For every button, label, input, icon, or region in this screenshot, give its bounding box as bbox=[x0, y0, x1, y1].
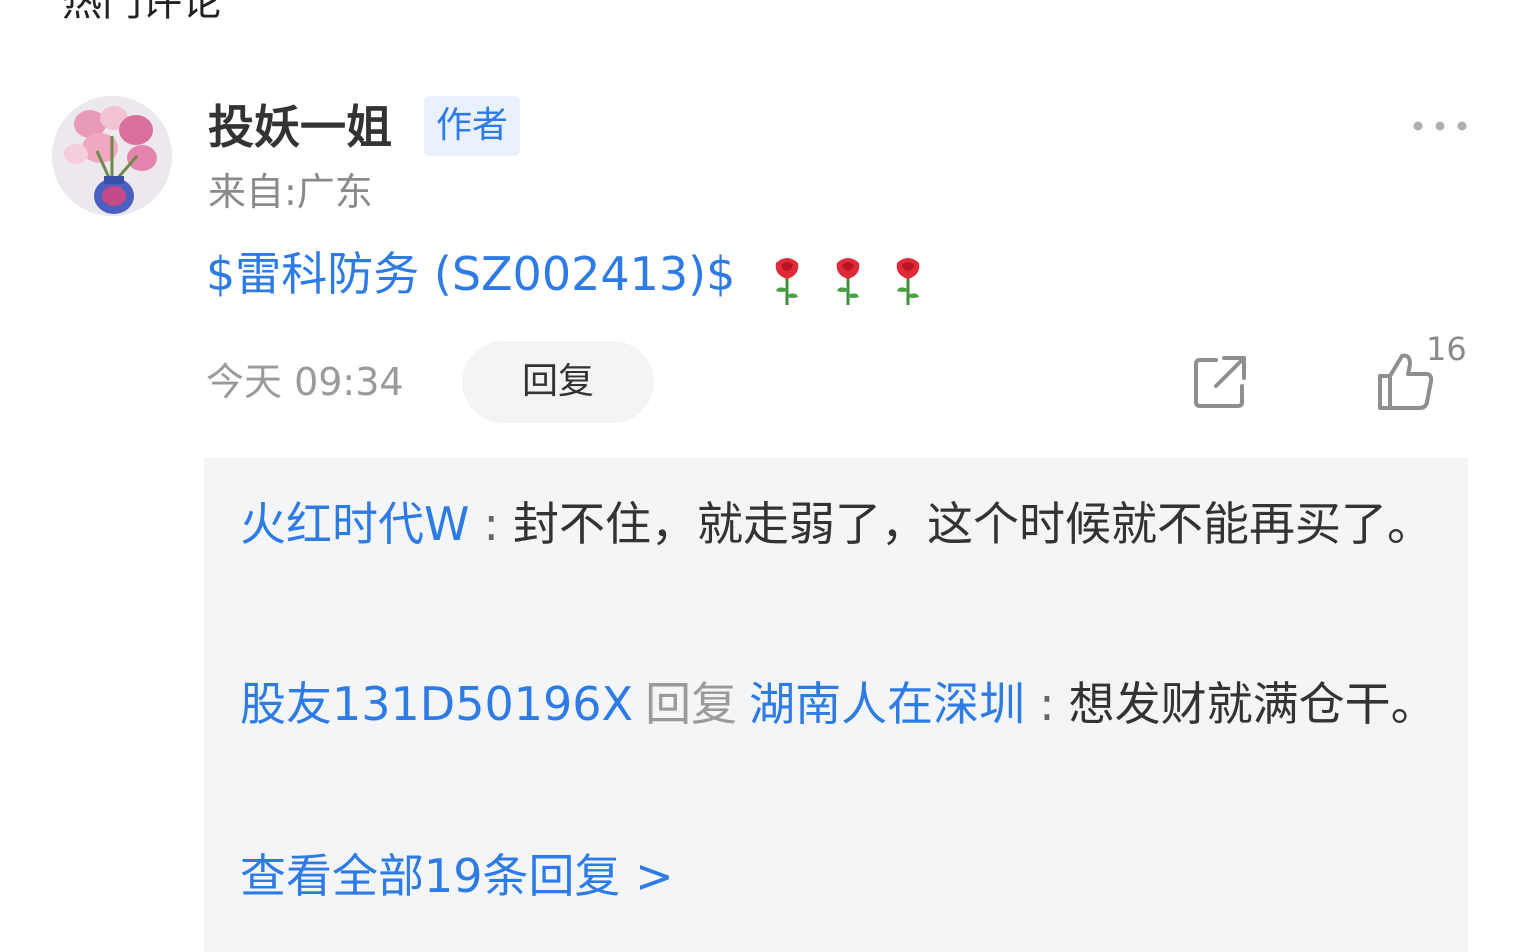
reply-separator: : bbox=[483, 497, 499, 551]
reply-button[interactable]: 回复 bbox=[462, 341, 654, 423]
more-options-icon[interactable] bbox=[1408, 112, 1472, 140]
rose-icon bbox=[775, 258, 799, 305]
comment-location: 来自:广东 bbox=[208, 170, 373, 214]
rose-icon bbox=[836, 258, 859, 305]
like-count: 16 bbox=[1426, 330, 1467, 368]
section-title: 热门评论 bbox=[62, 0, 222, 25]
rose-icon bbox=[896, 258, 920, 305]
reply-text: 封不住，就走弱了，这个时候就不能再买了。 bbox=[512, 497, 1433, 551]
reply-item[interactable]: 股友131D50196X 回复 湖南人在深圳: 想发财就满仓干。 bbox=[240, 660, 1450, 748]
reply-item[interactable]: 火红时代W: 封不住，就走弱了，这个时候就不能再买了。 bbox=[240, 480, 1450, 568]
reply-user[interactable]: 股友131D50196X bbox=[240, 677, 633, 731]
reply-target-user[interactable]: 湖南人在深圳 bbox=[749, 677, 1025, 731]
comment-timestamp: 今天 09:34 bbox=[206, 360, 404, 404]
rose-icons bbox=[770, 248, 937, 308]
author-badge: 作者 bbox=[424, 96, 521, 156]
reply-separator: : bbox=[1039, 677, 1055, 731]
comment-body: $雷科防务 (SZ002413)$ bbox=[206, 244, 937, 308]
comment-username[interactable]: 投妖一姐 bbox=[208, 98, 392, 156]
stock-link[interactable]: $雷科防务 (SZ002413)$ bbox=[206, 247, 735, 301]
reply-text: 想发财就满仓干。 bbox=[1068, 677, 1437, 731]
reply-user[interactable]: 火红时代W bbox=[240, 497, 469, 551]
reply-word: 回复 bbox=[645, 677, 738, 731]
avatar-flower-image bbox=[52, 96, 172, 216]
replies-box: 火红时代W: 封不住，就走弱了，这个时候就不能再买了。 股友131D50196X 回… bbox=[204, 458, 1468, 952]
share-icon[interactable] bbox=[1190, 352, 1250, 412]
view-all-replies-link[interactable]: 查看全部19条回复 > bbox=[240, 844, 674, 908]
avatar[interactable] bbox=[52, 96, 172, 216]
